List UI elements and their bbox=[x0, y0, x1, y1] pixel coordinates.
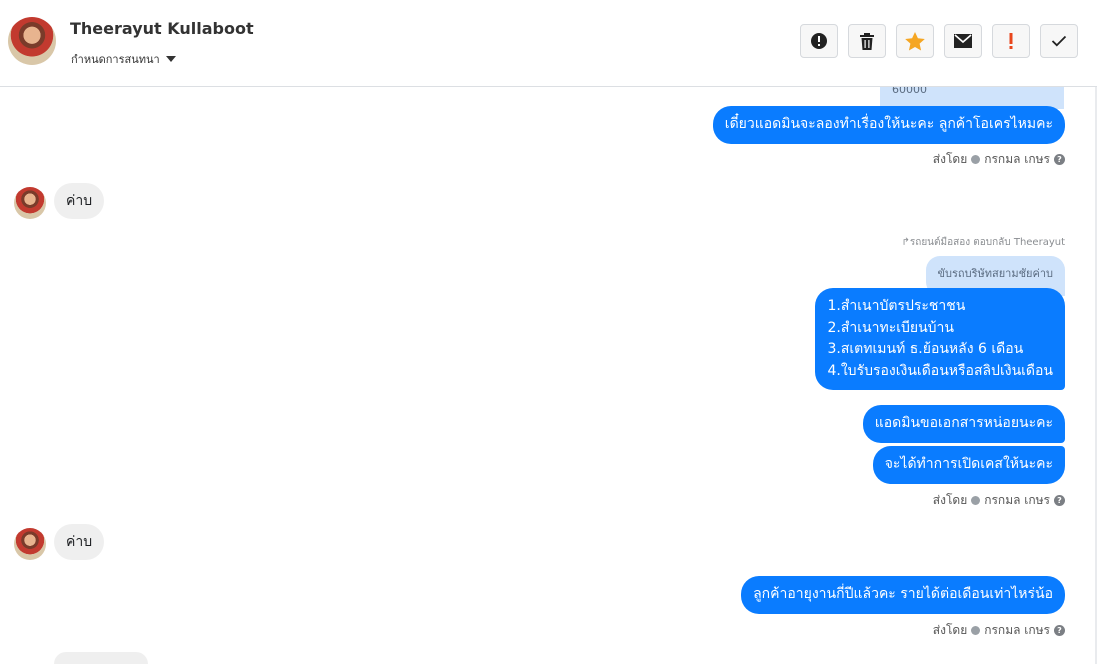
spam-button[interactable] bbox=[992, 24, 1030, 58]
alert-circle-icon bbox=[811, 33, 827, 49]
sent-by-info: ส่งโดย กรกมล เกษร ? bbox=[933, 621, 1065, 640]
message-text: เดี๋ยวแอดมินจะลองทำเรื่องให้นะคะ ลูกค้าโ… bbox=[724, 116, 1053, 132]
envelope-icon bbox=[954, 34, 972, 48]
reply-quote-text: ขับรถบริษัทสยามชัยค่าบ bbox=[937, 267, 1053, 280]
message-line: 1.สำเนาบัตรประชาชน bbox=[827, 298, 966, 314]
incoming-message-partial[interactable] bbox=[54, 652, 148, 664]
exclamation-icon bbox=[1009, 33, 1013, 49]
incoming-message[interactable]: ค่าบ bbox=[54, 524, 105, 560]
caret-down-icon bbox=[165, 56, 176, 62]
incoming-message[interactable]: ค่าบ bbox=[54, 183, 105, 219]
outgoing-message[interactable]: เดี๋ยวแอดมินจะลองทำเรื่องให้นะคะ ลูกค้าโ… bbox=[712, 106, 1065, 144]
sent-by-info: ส่งโดย กรกมล เกษร ? bbox=[933, 491, 1065, 510]
report-button[interactable] bbox=[800, 24, 838, 58]
conversation-settings-dropdown[interactable]: กำหนดการสนทนา bbox=[71, 50, 176, 68]
sent-check-icon bbox=[971, 155, 981, 164]
sender-name: กรกมล เกษร bbox=[984, 152, 1050, 166]
sent-by-label: ส่งโดย bbox=[932, 623, 968, 637]
contact-avatar-small[interactable] bbox=[14, 187, 46, 219]
sent-check-icon bbox=[971, 496, 981, 505]
message-thread[interactable]: 60000 เดี๋ยวแอดมินจะลองทำเรื่องให้นะคะ ล… bbox=[0, 87, 1097, 664]
reply-note-text: รถยนต์มือสอง ตอบกลับ Theerayut bbox=[909, 237, 1065, 248]
delete-button[interactable] bbox=[848, 24, 886, 58]
sender-name: กรกมล เกษร bbox=[984, 493, 1050, 507]
reply-arrow-icon: ↱ bbox=[901, 237, 910, 248]
help-icon[interactable]: ? bbox=[1054, 625, 1065, 636]
outgoing-message[interactable]: จะได้ทำการเปิดเคสให้นะคะ bbox=[872, 446, 1065, 484]
contact-avatar-small[interactable] bbox=[14, 528, 46, 560]
message-text: แอดมินขอเอกสารหน่อยนะคะ bbox=[874, 415, 1053, 431]
sent-by-label: ส่งโดย bbox=[932, 152, 968, 166]
message-text: ค่าบ bbox=[66, 534, 93, 550]
star-icon bbox=[905, 31, 925, 50]
message-text: จะได้ทำการเปิดเคสให้นะคะ bbox=[884, 456, 1053, 472]
help-icon[interactable]: ? bbox=[1054, 495, 1065, 506]
conversation-header: Theerayut Kullaboot กำหนดการสนทนา bbox=[0, 0, 1097, 87]
trash-icon bbox=[860, 32, 874, 50]
sent-by-info: ส่งโดย กรกมล เกษร ? bbox=[933, 150, 1065, 169]
message-line: 3.สเตทเมนท์ ธ.ย้อนหลัง 6 เดือน bbox=[827, 341, 1024, 357]
message-text: ลูกค้าอายุงานกี่ปีแล้วคะ รายได้ต่อเดือนเ… bbox=[753, 586, 1053, 602]
outgoing-message[interactable]: แอดมินขอเอกสารหน่อยนะคะ bbox=[862, 405, 1065, 443]
message-line: 4.ใบรับรองเงินเดือนหรือสลิปเงินเดือน bbox=[827, 362, 1053, 379]
message-line: 2.สำเนาทะเบียนบ้าน bbox=[827, 319, 954, 336]
outgoing-message-list[interactable]: 1.สำเนาบัตรประชาชน 2.สำเนาทะเบียนบ้าน 3.… bbox=[815, 288, 1065, 390]
checkmark-icon bbox=[1051, 35, 1067, 47]
outgoing-message[interactable]: ลูกค้าอายุงานกี่ปีแล้วคะ รายได้ต่อเดือนเ… bbox=[741, 576, 1065, 614]
sender-name: กรกมล เกษร bbox=[984, 623, 1050, 637]
contact-name[interactable]: Theerayut Kullaboot bbox=[70, 19, 254, 38]
reply-indicator: ↱รถยนต์มือสอง ตอบกลับ Theerayut bbox=[902, 235, 1066, 250]
sent-check-icon bbox=[971, 626, 981, 635]
star-button[interactable] bbox=[896, 24, 934, 58]
sent-by-label: ส่งโดย bbox=[932, 493, 968, 507]
done-button[interactable] bbox=[1040, 24, 1078, 58]
message-text: ค่าบ bbox=[66, 193, 93, 209]
help-icon[interactable]: ? bbox=[1054, 154, 1065, 165]
conversation-settings-label: กำหนดการสนทนา bbox=[71, 53, 160, 66]
mail-button[interactable] bbox=[944, 24, 982, 58]
contact-avatar[interactable] bbox=[8, 17, 56, 65]
reply-preview-text: 60000 bbox=[892, 87, 927, 96]
